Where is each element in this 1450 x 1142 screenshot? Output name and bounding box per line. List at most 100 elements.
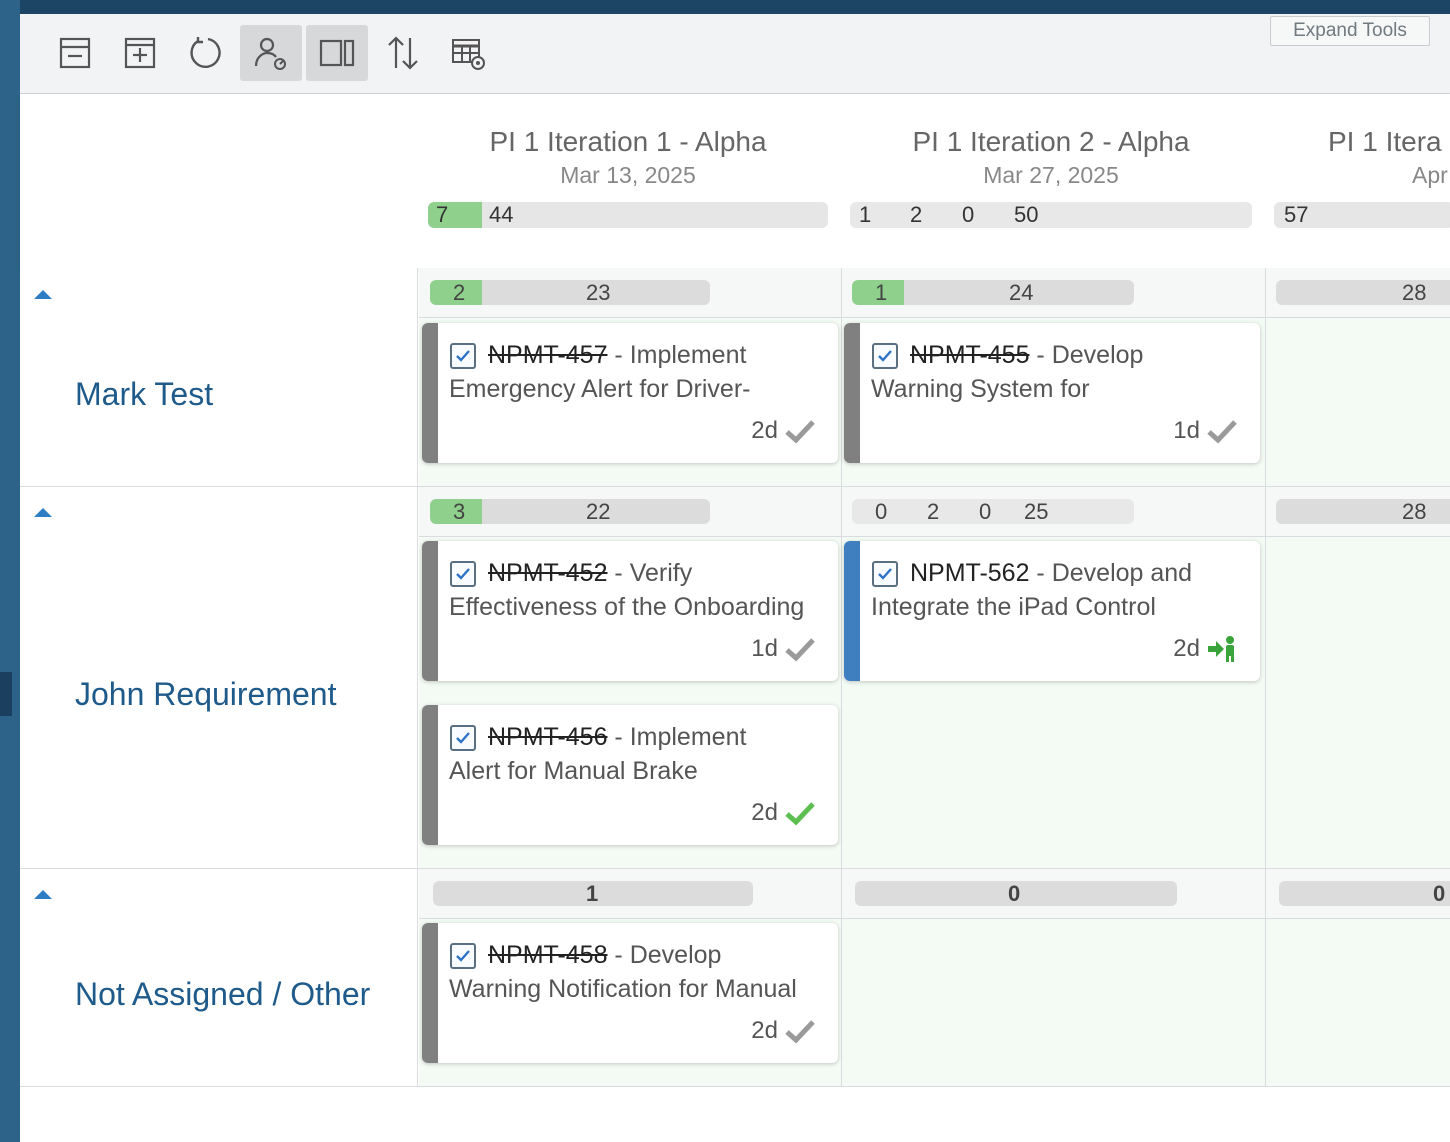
cell-header: 3 22 [419,487,841,537]
points-in-progress: 2 [910,202,923,227]
card-title-continued: Warning Notification for Manual [449,975,797,1003]
card-title-continued: Emergency Alert for Driver- [449,375,751,403]
swimlane-cell[interactable]: 28 [1266,268,1450,486]
cell-load-bar: 28 [1276,499,1450,524]
collapse-lane-icon[interactable] [34,890,52,899]
split-view-button[interactable] [306,25,368,81]
iteration-date: Apr [1412,162,1448,188]
points-done: 1 [859,202,872,227]
card-id[interactable]: NPMT-455 [910,341,1029,369]
cell-load-bar: 28 [1276,280,1450,305]
collapse-all-button[interactable] [44,25,106,81]
user-capacity-button[interactable] [240,25,302,81]
card-title: - Develop [607,941,722,969]
story-card[interactable]: NPMT-457 - Implement Emergency Alert for… [422,323,838,463]
cell-load-bar: 0 [1279,881,1450,906]
table-settings-icon [452,39,485,70]
cell-load-bar: 3 22 [430,499,710,524]
checkbox-icon [450,561,476,587]
story-card[interactable]: NPMT-458 - Develop Warning Notification … [422,923,838,1063]
swimlane-cell[interactable]: 0 [842,869,1266,1086]
iteration-title: PI 1 Itera [1328,126,1442,157]
checkbox-icon [450,943,476,969]
cell-capacity: 24 [1009,280,1034,305]
swimlane-name[interactable]: Mark Test [75,376,213,413]
swimlane-label-cell: Mark Test [20,268,418,486]
cell-item-count: 1 [586,881,599,906]
story-card[interactable]: NPMT-562 - Develop and Integrate the iPa… [844,541,1260,681]
card-id[interactable]: NPMT-562 [910,559,1029,587]
top-bar [0,0,1450,14]
checkbox-icon [450,725,476,751]
swimlane-label-cell: John Requirement [20,487,418,868]
in-progress-user-icon [1208,636,1234,662]
iteration-column-3[interactable]: PI 1 Itera Apr 57 [1265,94,1450,268]
sort-icon [388,36,418,70]
cell-capacity: 28 [1402,499,1427,524]
card-title: - Implement [607,341,747,369]
done-gray-check-icon [785,1020,815,1044]
iteration-progress-bar: 1 2 0 50 [850,202,1252,228]
card-estimate: 2d [1173,635,1200,662]
swimlane-name[interactable]: John Requirement [75,676,336,713]
cell-load-bar: 1 [433,881,753,906]
points-capacity: 57 [1284,202,1309,227]
story-card[interactable]: NPMT-455 - Develop Warning System for 1d [844,323,1260,463]
cell-done-count: 1 [875,280,888,305]
swimlane-label-cell: Not Assigned / Other [20,869,418,1086]
done-gray-check-icon [1207,420,1237,444]
card-id[interactable]: NPMT-458 [488,941,607,969]
card-title-continued: Alert for Manual Brake [449,757,698,785]
card-title-line: NPMT-457 - Implement [488,341,746,370]
cell-header: 0 2 0 25 [842,487,1265,537]
card-title: - Develop and [1029,559,1193,587]
card-id[interactable]: NPMT-452 [488,559,607,587]
sort-button[interactable] [372,25,434,81]
card-title: - Verify [607,559,693,587]
cell-load-bar: 1 24 [852,280,1134,305]
cell-blocked-count: 0 [979,499,992,524]
card-title-line: NPMT-458 - Develop [488,941,721,970]
collapse-lane-icon[interactable] [34,508,52,517]
split-view-icon [319,39,355,67]
iteration-title: PI 1 Iteration 2 - Alpha [912,126,1190,157]
cell-header: 0 [1266,869,1450,919]
swimlane-cell[interactable]: 28 [1266,487,1450,868]
story-card[interactable]: NPMT-456 - Implement Alert for Manual Br… [422,705,838,845]
cell-done-count: 2 [453,280,466,305]
points-capacity: 44 [489,202,514,227]
story-card[interactable]: NPMT-452 - Verify Effectiveness of the O… [422,541,838,681]
board-toolbar: Expand Tools [20,14,1450,94]
card-title: - Develop [1029,341,1144,369]
card-id[interactable]: NPMT-457 [488,341,607,369]
collapse-lane-icon[interactable] [34,290,52,299]
cell-load-bar: 0 [855,881,1177,906]
cell-capacity: 22 [586,499,611,524]
cell-load-bar: 2 23 [430,280,710,305]
sidebar-handle[interactable] [0,672,12,716]
swimlane-name[interactable]: Not Assigned / Other [75,976,370,1013]
cell-done-count: 3 [453,499,466,524]
card-title-line: NPMT-455 - Develop [910,341,1143,370]
cell-header: 1 24 [842,268,1265,318]
iteration-column-2[interactable]: PI 1 Iteration 2 - Alpha Mar 27, 2025 1 … [841,94,1261,268]
iteration-progress-bar: 7 44 [428,202,828,228]
card-id[interactable]: NPMT-456 [488,723,607,751]
card-estimate: 1d [1173,417,1200,444]
points-done: 7 [436,202,449,227]
expand-tools-button[interactable]: Expand Tools [1270,16,1430,46]
points-blocked: 0 [962,202,975,227]
card-estimate: 1d [751,635,778,662]
cell-header: 1 [419,869,841,919]
cell-capacity: 23 [586,280,611,305]
swimlane-cell[interactable]: 0 [1266,869,1450,1086]
cell-item-count: 0 [1433,881,1446,906]
expand-all-button[interactable] [109,25,171,81]
iteration-column-1[interactable]: PI 1 Iteration 1 - Alpha Mar 13, 2025 7 … [418,94,838,268]
cell-load-bar: 0 2 0 25 [852,499,1134,524]
cell-header: 2 23 [419,268,841,318]
refresh-button[interactable] [174,25,236,81]
table-settings-button[interactable] [437,25,499,81]
card-estimate: 2d [751,1017,778,1044]
done-gray-check-icon [785,638,815,662]
